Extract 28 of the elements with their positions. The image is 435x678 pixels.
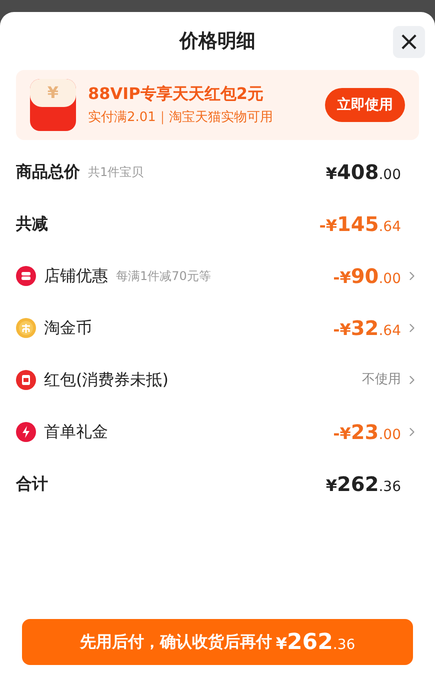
shop-icon (16, 266, 36, 286)
coin-icon (16, 318, 36, 338)
row-value: -¥90.00 (333, 263, 401, 290)
row-label: 共减 (16, 213, 48, 235)
row-value: -¥145.64 (319, 211, 401, 238)
yuan-glyph: ¥ (47, 82, 59, 104)
pay-button[interactable]: 先用后付，确认收货后再付 ¥262.36 (22, 619, 413, 665)
row-value: -¥32.64 (333, 315, 401, 342)
sheet-title: 价格明细 (180, 28, 256, 54)
row-value: ¥262.36 (326, 471, 401, 498)
row-label: 淘金币 (44, 317, 92, 339)
promo-title: 88VIP专享天天红包2元 (88, 83, 264, 106)
envelope-icon (16, 370, 36, 390)
row-value: -¥23.00 (333, 419, 401, 446)
row-value: ¥408.00 (326, 159, 401, 186)
row-note: 每满1件减70元等 (116, 268, 211, 285)
row-label: 红包(消费券未抵) (44, 369, 168, 391)
row-label: 合计 (16, 473, 48, 495)
pay-amount: ¥262.36 (276, 628, 356, 656)
row-label: 店铺优惠 (44, 265, 108, 287)
row-value: 不使用 (362, 371, 401, 390)
close-button[interactable]: × (393, 26, 425, 58)
lightning-icon (16, 422, 36, 442)
row-note: 共1件宝贝 (88, 164, 144, 181)
row-label: 首单礼金 (44, 421, 108, 443)
promo-subtitle: 实付满2.01｜淘宝天猫实物可用 (88, 109, 274, 128)
row-label: 商品总价 (16, 161, 80, 183)
use-now-button[interactable]: 立即使用 (325, 88, 405, 122)
